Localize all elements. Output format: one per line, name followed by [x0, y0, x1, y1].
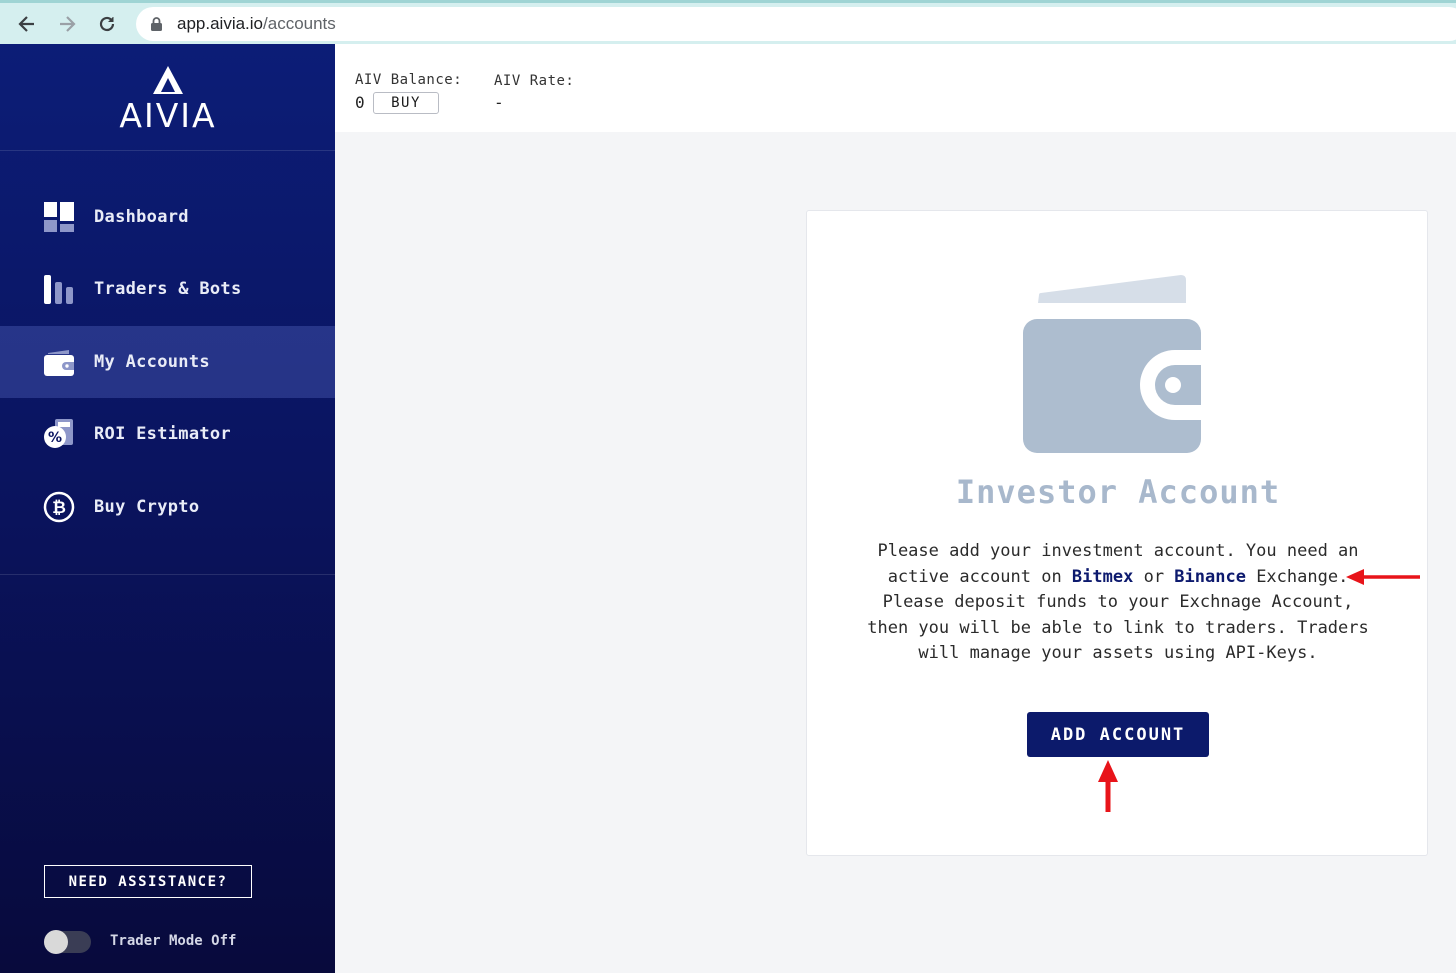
aiv-rate-label: AIV Rate: [494, 73, 575, 89]
arrow-left-icon [18, 16, 34, 32]
url-host: app.aivia.io [177, 14, 264, 33]
bar-chart-icon [44, 275, 73, 304]
svg-text:₿: ₿ [52, 498, 66, 518]
trader-mode-label: Trader Mode Off [110, 933, 237, 949]
aiv-balance-value: 0 [355, 93, 365, 112]
logo-text: AIVIA [119, 96, 217, 135]
aiv-balance-label: AIV Balance: [355, 72, 463, 88]
need-assistance-button[interactable]: NEED ASSISTANCE? [44, 865, 252, 898]
arrow-right-icon [60, 16, 76, 32]
sidebar-item-my-accounts[interactable]: My Accounts [0, 326, 335, 398]
back-button[interactable] [12, 9, 42, 39]
sidebar-item-label: Dashboard [94, 207, 189, 227]
sidebar-divider [0, 150, 335, 151]
url-path: /accounts [263, 14, 336, 33]
sidebar-item-label: Traders & Bots [94, 279, 242, 299]
sidebar-item-roi-estimator[interactable]: % ROI Estimator [0, 398, 335, 470]
url-text: app.aivia.io/accounts [177, 14, 336, 34]
browser-toolbar: app.aivia.io/accounts [0, 0, 1456, 44]
sidebar-item-label: My Accounts [94, 352, 210, 372]
forward-button[interactable] [52, 9, 82, 39]
annotation-arrow-up-icon [1098, 760, 1118, 812]
sidebar-item-label: ROI Estimator [94, 424, 231, 444]
bitcoin-icon: ₿ [43, 491, 75, 523]
binance-link[interactable]: Binance [1174, 567, 1246, 587]
wallet-icon [44, 350, 74, 376]
trader-mode-toggle[interactable] [44, 930, 91, 954]
description-part: or [1133, 566, 1175, 587]
reload-icon [99, 16, 115, 32]
bitmex-link[interactable]: Bitmex [1072, 567, 1133, 587]
address-bar[interactable]: app.aivia.io/accounts [136, 7, 1456, 41]
buy-button[interactable]: BUY [373, 92, 439, 114]
lock-icon [151, 17, 162, 31]
svg-text:%: % [48, 430, 62, 446]
sidebar-item-traders-bots[interactable]: Traders & Bots [0, 253, 335, 325]
percent-calculator-icon: % [44, 419, 73, 448]
annotation-arrow-left-icon [1346, 569, 1420, 585]
dashboard-icon [44, 202, 74, 232]
logo-triangle-icon [153, 66, 183, 94]
aivia-logo[interactable]: AIVIA [115, 66, 221, 135]
reload-button[interactable] [92, 9, 122, 39]
sidebar-divider [0, 574, 335, 575]
balance-bar: AIV Balance: 0 BUY AIV Rate: - [335, 44, 1456, 132]
card-description: Please add your investment account. You … [865, 539, 1371, 667]
add-account-button[interactable]: ADD ACCOUNT [1027, 712, 1209, 757]
card-title: Investor Account [955, 473, 1281, 511]
sidebar-item-buy-crypto[interactable]: ₿ Buy Crypto [0, 471, 335, 543]
sidebar-item-dashboard[interactable]: Dashboard [0, 181, 335, 253]
toggle-knob [44, 930, 68, 954]
aiv-rate-value: - [494, 93, 504, 112]
sidebar: AIVIA Dashboard Traders & Bots My Accoun… [0, 44, 335, 973]
wallet-icon [1023, 275, 1201, 453]
sidebar-item-label: Buy Crypto [94, 497, 200, 517]
